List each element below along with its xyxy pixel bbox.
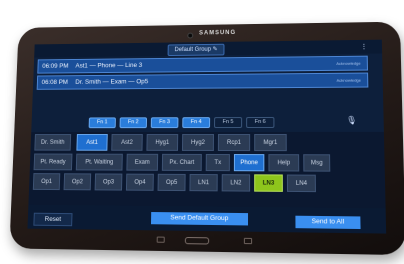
grid-button[interactable]: Help <box>268 154 299 171</box>
message-item[interactable]: 06:08 PM Dr. Smith — Exam — Op5 Acknowle… <box>37 73 369 90</box>
grid-button[interactable]: Ast1 <box>76 134 107 151</box>
microphone-icon[interactable]: 🎙 <box>346 116 357 125</box>
message-time: 06:08 PM <box>42 79 69 86</box>
grid-button[interactable]: Px. Chart <box>162 154 202 171</box>
grid-button[interactable]: Hyg2 <box>182 134 214 151</box>
top-bar: Default Group ✎ ⋮ <box>34 40 382 58</box>
grid-button[interactable]: LN3 <box>254 174 283 192</box>
fn-key-4[interactable]: Fn 4 <box>182 117 210 128</box>
app-screen: Default Group ✎ ⋮ 06:09 PM Ast1 — Phone … <box>27 40 386 234</box>
grid-button[interactable]: LN4 <box>287 175 316 193</box>
grid-button[interactable]: LN2 <box>222 174 250 191</box>
grid-button[interactable]: Tx <box>206 154 230 171</box>
grid-button[interactable]: Dr. Smith <box>34 134 71 151</box>
reset-button[interactable]: Reset <box>33 213 72 227</box>
grid-button[interactable]: Op1 <box>33 173 60 190</box>
home-button[interactable] <box>185 237 209 245</box>
message-text: Ast1 — Phone — Line 3 <box>75 62 142 69</box>
send-group-button[interactable]: Send Default Group <box>151 212 248 225</box>
fn-key-5[interactable]: Fn 5 <box>214 117 242 128</box>
message-time: 06:09 PM <box>42 63 68 70</box>
grid-button[interactable]: Op2 <box>64 173 92 190</box>
grid-button[interactable]: Op5 <box>158 174 186 191</box>
message-text: Dr. Smith — Exam — Op5 <box>75 78 148 85</box>
action-bar: Reset Send Default Group Send to All <box>27 205 386 234</box>
recent-apps-icon[interactable] <box>244 238 252 244</box>
fn-key-3[interactable]: Fn 3 <box>151 117 179 128</box>
fn-key-2[interactable]: Fn 2 <box>120 117 147 128</box>
grid-button[interactable]: LN1 <box>189 174 217 191</box>
fn-key-6[interactable]: Fn 6 <box>246 117 274 128</box>
grid-button[interactable]: Hyg1 <box>146 134 178 151</box>
send-to-all-button[interactable]: Send to All <box>295 216 360 229</box>
grid-button[interactable]: Phone <box>234 154 264 171</box>
grid-button[interactable]: Msg <box>303 154 330 171</box>
fn-key-1[interactable]: Fn 1 <box>89 117 116 128</box>
grid-button[interactable]: Op4 <box>126 174 154 191</box>
camera-icon <box>187 33 193 39</box>
back-key-icon[interactable] <box>157 237 165 243</box>
overflow-menu-icon[interactable]: ⋮ <box>360 43 367 51</box>
page-grid: Dr. Smith Ast1 Ast2 Hyg1 Hyg2 Rcp1 Mgr1 … <box>28 132 385 208</box>
grid-button[interactable]: Op3 <box>95 173 123 190</box>
grid-button[interactable]: Mgr1 <box>254 134 287 151</box>
tablet-device: SAMSUNG Default Group ✎ ⋮ 06:09 PM Ast1 … <box>9 22 404 255</box>
grid-button[interactable]: Pt. Waiting <box>76 154 123 171</box>
acknowledge-button[interactable]: Acknowledge <box>336 74 361 87</box>
grid-button[interactable]: Pt. Ready <box>34 154 73 171</box>
grid-button[interactable]: Rcp1 <box>218 134 250 151</box>
function-key-row: Fn 1 Fn 2 Fn 3 Fn 4 Fn 5 Fn 6 <box>89 117 275 128</box>
grid-button[interactable]: Exam <box>126 154 158 171</box>
acknowledge-button[interactable]: Acknowledge <box>336 57 361 70</box>
message-item[interactable]: 06:09 PM Ast1 — Phone — Line 3 Acknowled… <box>37 56 368 74</box>
group-selector[interactable]: Default Group ✎ <box>168 44 225 56</box>
grid-button[interactable]: Ast2 <box>111 134 143 151</box>
brand-logo: SAMSUNG <box>199 30 236 36</box>
